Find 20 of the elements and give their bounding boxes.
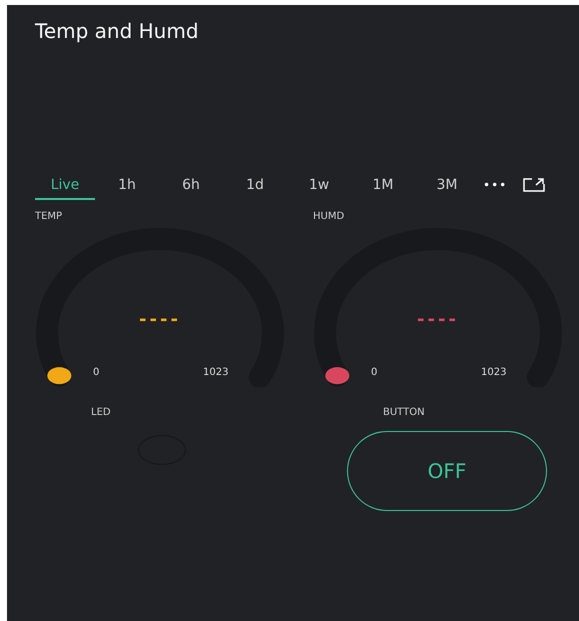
gauge-label: TEMP	[35, 211, 64, 224]
gauge-min: 0	[371, 367, 378, 378]
button-label: BUTTON	[383, 407, 426, 420]
gauge-label: HUMD	[313, 211, 346, 224]
time-range-tab[interactable]: 1w	[287, 170, 351, 200]
gauge-value: ----	[138, 309, 182, 330]
time-range-tab[interactable]: 1h	[95, 170, 159, 200]
time-range-tab[interactable]: 6h	[159, 170, 223, 200]
toggle-button[interactable]: OFF	[347, 431, 547, 511]
gauge-value: ----	[416, 309, 460, 330]
gauge-min: 0	[93, 367, 100, 378]
more-button[interactable]: •••	[483, 178, 508, 192]
time-range-tab[interactable]: Live	[35, 170, 95, 200]
led-label: LED	[91, 407, 112, 420]
time-range-tab[interactable]: 1d	[223, 170, 287, 200]
time-range-tab[interactable]: 3M	[415, 170, 479, 200]
time-range-tab[interactable]: 1M	[351, 170, 415, 200]
dashboard-title: Temp and Humd	[35, 19, 200, 45]
gauge-max: 1023	[481, 367, 506, 378]
gauge-max: 1023	[203, 367, 228, 378]
